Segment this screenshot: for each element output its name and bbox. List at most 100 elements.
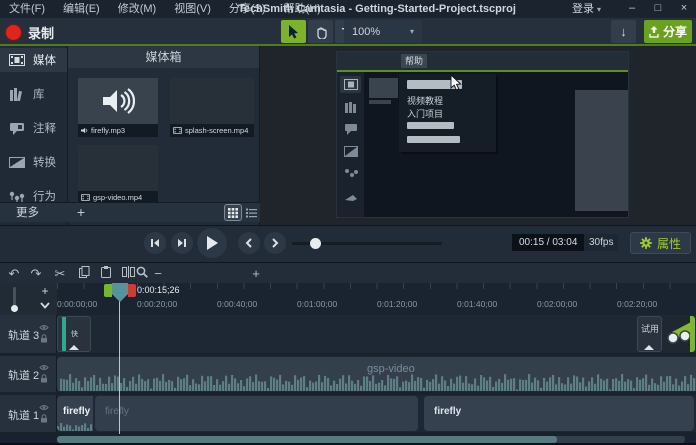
clip-track3-trial[interactable]: 试用 xyxy=(637,316,662,352)
clip-end-thumbnail xyxy=(664,316,695,352)
playhead-out-handle[interactable] xyxy=(128,284,136,297)
menu-view[interactable]: 视图(V) xyxy=(165,0,220,18)
playhead-in-handle[interactable] xyxy=(104,284,112,297)
jump-back-button[interactable] xyxy=(238,232,260,254)
eye-icon[interactable] xyxy=(39,324,49,331)
audio-icon xyxy=(81,127,88,134)
video-mini-film-icon xyxy=(344,79,358,90)
ruler-label: 0:00:00;00 xyxy=(57,299,97,309)
menu-modify[interactable]: 修改(M) xyxy=(109,0,166,18)
track-header-3[interactable]: 轨道 3 xyxy=(0,315,57,353)
scrubber-thumb[interactable] xyxy=(310,238,321,249)
video-mini-behaviors-icon xyxy=(344,168,358,179)
media-label-splash-screen[interactable]: splash-screen.mp4 xyxy=(170,124,254,137)
clip-firefly-3[interactable]: firefly xyxy=(424,396,694,431)
track-header-2[interactable]: 轨道 2 xyxy=(0,356,57,392)
audio-waveform xyxy=(57,374,696,391)
sidebar-more-button[interactable]: 更多 xyxy=(0,202,68,222)
track-1[interactable]: firefly firefly firefly xyxy=(57,395,696,432)
previous-frame-button[interactable] xyxy=(144,232,166,254)
zoom-level-dropdown[interactable]: 100% ▾ xyxy=(344,20,422,43)
gear-icon xyxy=(640,237,652,249)
preview-canvas[interactable]: 帮助 视频教程 入门项目 xyxy=(260,46,696,225)
caret-down-icon: ▾ xyxy=(597,5,601,14)
minimize-button[interactable]: – xyxy=(620,0,644,18)
track-3[interactable]: 快 试用 xyxy=(57,315,696,353)
jump-forward-button[interactable] xyxy=(264,232,286,254)
ruler-label: 0:02:20;00 xyxy=(617,299,657,309)
video-menu-placeholder-3 xyxy=(407,136,460,143)
media-bin-panel: 媒体箱 firefly.mp3 splash-screen.mp4 gsp-vi… xyxy=(68,46,260,225)
video-mini-arrow-icon xyxy=(344,192,358,203)
media-thumbnail-splash-screen[interactable] xyxy=(170,78,254,124)
undo-button[interactable]: ↶ xyxy=(4,263,24,284)
camtasia-window: 文件(F) 编辑(E) 修改(M) 视图(V) 分享(S) 帮助(H) Tech… xyxy=(0,0,696,445)
sidebar-item-annotations[interactable]: 注释 xyxy=(0,116,67,140)
media-bin-bottom-bar: + xyxy=(68,202,260,222)
main-toolbar: 录制 100% ▾ ↓ 分享 xyxy=(0,18,696,46)
film-icon xyxy=(9,54,25,66)
behaviors-icon xyxy=(9,190,25,203)
list-icon xyxy=(246,208,257,218)
clip-gsp-video[interactable]: gsp-video xyxy=(57,357,696,391)
track-2[interactable]: gsp-video xyxy=(57,356,696,392)
list-view-button[interactable] xyxy=(243,205,259,220)
video-cursor-icon xyxy=(449,75,462,91)
zoom-in-button[interactable]: + xyxy=(246,263,266,284)
lock-icon[interactable] xyxy=(40,414,48,423)
export-download-button[interactable]: ↓ xyxy=(611,20,636,43)
cursor-tool-button[interactable] xyxy=(281,20,306,43)
track-header-1[interactable]: 轨道 1 xyxy=(0,395,57,432)
play-button[interactable] xyxy=(197,228,227,258)
pan-tool-button[interactable] xyxy=(308,20,333,43)
paste-button[interactable] xyxy=(96,263,116,284)
clip-track3-end[interactable] xyxy=(664,316,695,352)
clip-thumb-edge xyxy=(62,317,66,352)
redo-button[interactable]: ↷ xyxy=(26,263,46,284)
next-frame-button[interactable] xyxy=(171,232,193,254)
clip-firefly-1[interactable]: firefly xyxy=(57,396,93,431)
playhead-line[interactable] xyxy=(119,283,120,434)
ruler-label: 0:02:00;00 xyxy=(537,299,577,309)
fps-badge: 30fps xyxy=(584,234,618,251)
zoom-out-button[interactable]: − xyxy=(148,263,168,284)
lock-icon[interactable] xyxy=(40,334,48,343)
audio-waveform-small xyxy=(57,423,93,431)
cut-button[interactable]: ✂ xyxy=(50,263,70,284)
menu-edit[interactable]: 编辑(E) xyxy=(54,0,109,18)
copy-button[interactable] xyxy=(74,263,94,284)
step-forward-icon xyxy=(177,238,187,248)
menu-file[interactable]: 文件(F) xyxy=(0,0,54,18)
share-button[interactable]: 分享 xyxy=(644,20,692,43)
clip-firefly-2[interactable]: firefly xyxy=(95,396,418,431)
video-mini-thumbnail xyxy=(369,78,398,98)
track-height-slider-thumb[interactable] xyxy=(11,305,18,312)
close-button[interactable]: × xyxy=(672,0,696,18)
clip-track3-intro[interactable]: 快 xyxy=(57,316,91,352)
sidebar-item-media[interactable]: 媒体 xyxy=(0,48,67,72)
collapse-tracks-button[interactable] xyxy=(36,299,54,313)
properties-button[interactable]: 属性 xyxy=(630,232,691,254)
sidebar-item-library[interactable]: 库 xyxy=(0,82,67,106)
video-menu-item-tutorials: 视频教程 xyxy=(407,94,443,107)
sidebar-item-transitions[interactable]: 转换 xyxy=(0,150,67,174)
media-thumbnail-firefly[interactable] xyxy=(78,78,158,124)
media-thumbnail-gsp-video[interactable] xyxy=(78,145,158,191)
record-button[interactable]: 录制 xyxy=(6,21,54,43)
tools-sidebar: 媒体 库 注释 转换 行为 更多 xyxy=(0,46,68,225)
eye-icon[interactable] xyxy=(39,404,49,411)
add-track-button[interactable]: + xyxy=(36,285,54,299)
chevron-down-icon xyxy=(40,302,50,309)
sign-in-button[interactable]: 登录▾ xyxy=(572,0,601,18)
grid-view-button[interactable] xyxy=(225,205,241,220)
eye-icon[interactable] xyxy=(39,364,49,371)
download-icon: ↓ xyxy=(620,24,627,39)
maximize-button[interactable]: □ xyxy=(646,0,670,18)
hand-icon xyxy=(314,25,328,39)
add-media-button[interactable]: + xyxy=(72,204,90,221)
video-mini-transition-icon xyxy=(344,146,358,157)
lock-icon[interactable] xyxy=(40,374,48,383)
media-label-firefly[interactable]: firefly.mp3 xyxy=(78,124,158,137)
share-upload-icon xyxy=(649,26,659,38)
timeline-scrollbar-thumb[interactable] xyxy=(57,436,557,443)
